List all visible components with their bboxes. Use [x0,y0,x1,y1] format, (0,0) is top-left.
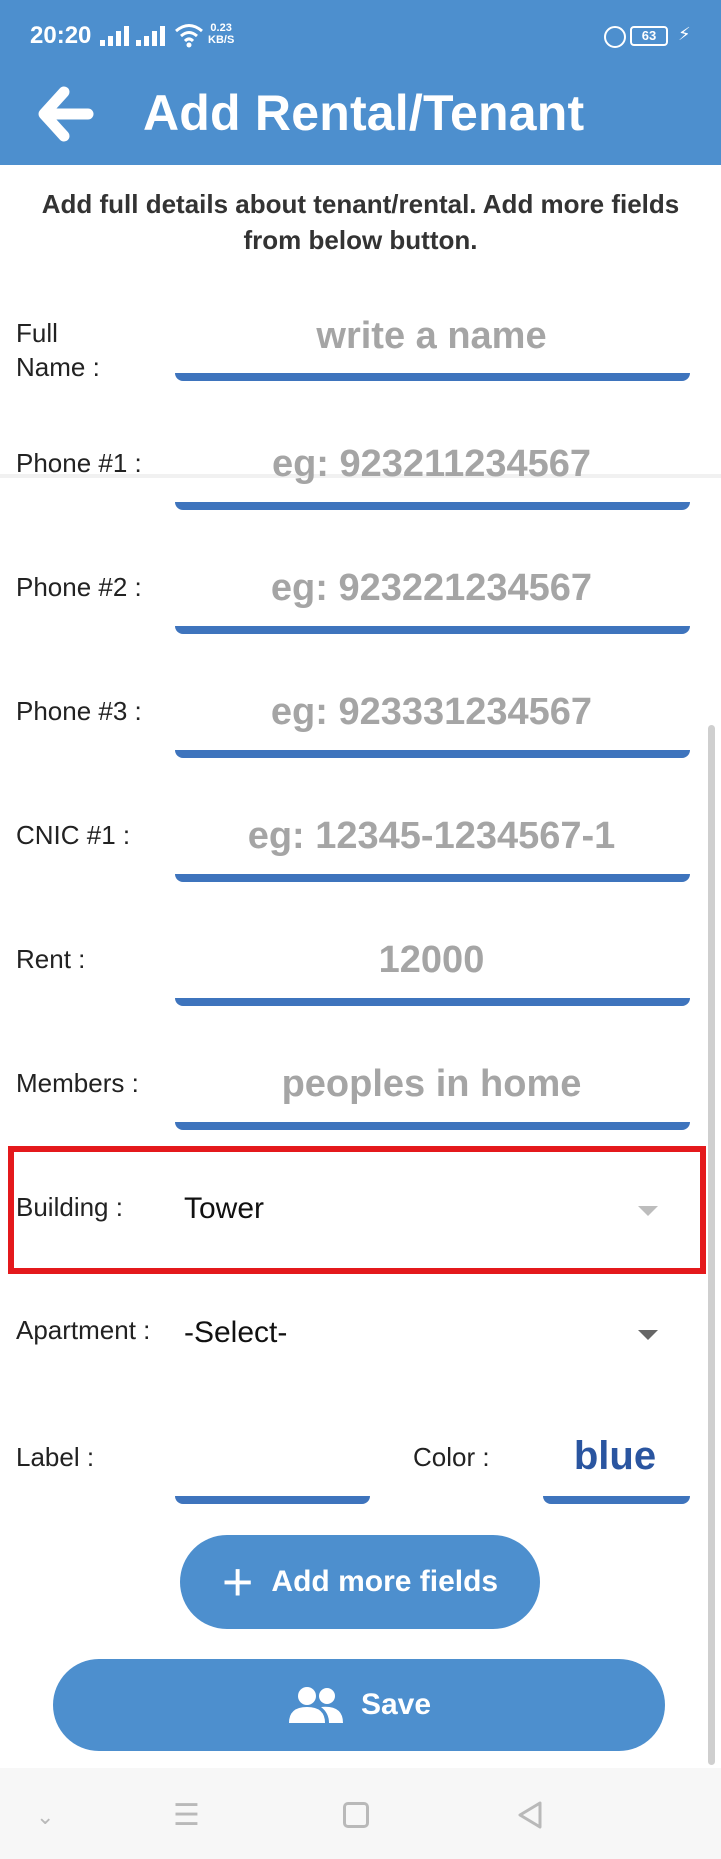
phone1-label: Phone #1 : [16,448,142,478]
building-label: Building : [16,1192,123,1222]
net-speed: 0.23 KB/S [208,22,234,46]
intro-line-2: from below button. [243,225,478,255]
signal-icon-2 [136,26,165,46]
net-speed-value: 0.23 [210,22,232,34]
cnic1-label: CNIC #1 : [16,820,131,850]
color-label: Color : [413,1442,490,1472]
plus-icon: + [221,1552,254,1612]
members-label: Members : [16,1068,139,1098]
full-name-underline [175,373,690,381]
add-more-fields-label: Add more fields [271,1565,499,1598]
add-more-fields-button[interactable]: + Add more fields [180,1535,540,1629]
phone2-input[interactable] [174,548,689,628]
color-picker[interactable]: blue [545,1434,685,1479]
app-bar: 20:20 0.23 KB/S 63 ⚡ Add Rental/Tenant [0,0,721,165]
battery-icon: 63 [630,26,668,46]
cnic1-underline [175,874,690,882]
charging-icon: ⚡ [678,24,691,44]
status-time: 20:20 [30,22,92,49]
label-field-label: Label : [16,1442,95,1472]
full-name-label: Full Name : [16,316,100,384]
color-underline [543,1496,690,1504]
phone3-label: Phone #3 : [16,696,142,726]
phone2-underline [175,626,690,634]
apartment-label: Apartment : [16,1315,151,1345]
rent-underline [175,998,690,1006]
intro-line-1: Add full details about tenant/rental. Ad… [41,189,680,219]
phone1-input[interactable] [174,424,689,504]
full-name-input[interactable] [174,296,689,376]
cnic1-input[interactable] [174,796,689,876]
label-underline [175,1496,370,1504]
page-title: Add Rental/Tenant [143,85,585,141]
members-input[interactable] [174,1044,689,1124]
dnd-icon [604,26,626,48]
phone1-underline [175,502,690,510]
full-name-label-line-1: Full [16,318,58,348]
rent-label: Rent : [16,944,86,974]
phone2-label: Phone #2 : [16,572,142,602]
home-icon[interactable] [343,1802,369,1828]
back-arrow-icon[interactable] [36,86,96,142]
phone3-input[interactable] [174,672,689,752]
label-input[interactable] [175,1420,370,1500]
members-underline [175,1122,690,1130]
wifi-icon [175,24,203,48]
back-nav-icon[interactable] [516,1800,544,1830]
people-icon [288,1687,343,1723]
save-button[interactable]: Save [53,1659,665,1751]
save-label: Save [360,1688,432,1721]
apartment-select[interactable]: -Select- [184,1316,287,1350]
menu-icon[interactable]: ☰ [173,1798,200,1833]
apartment-dropdown-icon[interactable] [638,1330,658,1340]
status-bar: 20:20 0.23 KB/S 63 ⚡ [0,0,721,72]
scrollbar[interactable] [708,725,715,1765]
signal-icon [100,26,129,46]
rent-input[interactable] [174,920,689,1000]
building-select[interactable]: Tower [184,1192,264,1226]
building-dropdown-icon[interactable] [638,1206,658,1216]
phone3-underline [175,750,690,758]
full-name-label-line-2: Name : [16,352,100,382]
net-speed-unit: KB/S [208,34,235,46]
chevron-down-icon[interactable]: ⌄ [36,1804,54,1830]
intro-text: Add full details about tenant/rental. Ad… [0,186,721,258]
